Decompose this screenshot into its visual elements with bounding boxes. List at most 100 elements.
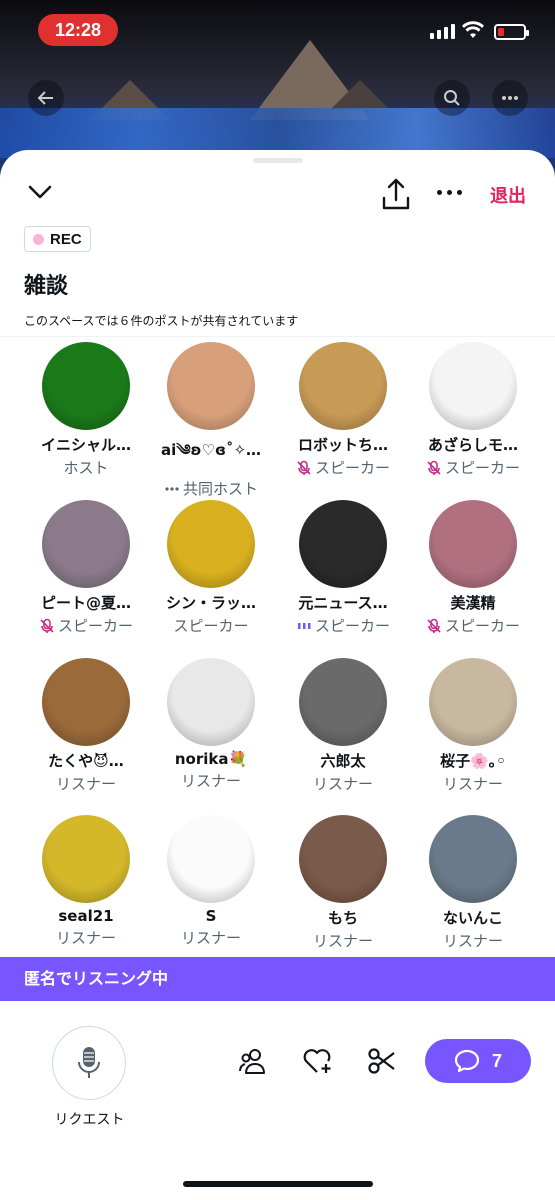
avatar[interactable] — [429, 815, 517, 903]
participant-role-label: リスナー — [312, 932, 373, 950]
space-title: 雑談 — [24, 274, 69, 299]
participant-role: スピーカー — [20, 615, 152, 636]
participant-name: イニシャル… — [40, 436, 131, 454]
participant-role-label: リスナー — [55, 775, 116, 793]
rec-badge: REC — [24, 226, 91, 252]
comment-bubble-icon — [454, 1049, 480, 1073]
participant-name: シン・ラッ… — [165, 594, 256, 612]
avatar[interactable] — [167, 500, 255, 588]
rec-label: REC — [50, 230, 82, 248]
participant-5[interactable]: ピート@夏… スピーカー — [20, 500, 152, 636]
participant-role-label: 共同ホスト — [182, 480, 258, 498]
muted-mic-icon — [426, 618, 442, 634]
participant-role-label: スピーカー — [314, 459, 390, 477]
sheet-grabber[interactable] — [253, 158, 303, 163]
participant-4[interactable]: あざらしモ… スピーカー — [407, 342, 539, 478]
avatar[interactable] — [42, 500, 130, 588]
muted-mic-icon — [39, 618, 55, 634]
avatar[interactable] — [42, 658, 130, 746]
comments-button[interactable]: 7 — [425, 1039, 531, 1083]
wifi-icon — [462, 21, 484, 38]
avatar[interactable] — [42, 815, 130, 903]
participant-role: スピーカー — [277, 615, 409, 636]
avatar[interactable] — [167, 658, 255, 746]
participant-role: スピーカー — [407, 457, 539, 478]
participant-name: seal21 — [58, 907, 114, 925]
battery-icon — [494, 24, 529, 40]
participant-name: 六郎太 — [320, 752, 366, 770]
avatar[interactable] — [299, 815, 387, 903]
participant-9[interactable]: たくや😈… リスナー — [20, 658, 152, 794]
participant-role-label: リスナー — [180, 929, 241, 947]
more-options-icon[interactable] — [437, 190, 462, 195]
participant-6[interactable]: シン・ラッ… スピーカー — [145, 500, 277, 636]
participant-2[interactable]: ai༄ʚ♡ɞ˚✧… 共同ホスト — [145, 342, 277, 499]
signal-icon — [430, 24, 455, 39]
participant-name: 桜子🌸｡◦ — [440, 752, 506, 770]
participant-role: リスナー — [20, 773, 152, 794]
participant-name: もち — [327, 909, 358, 927]
status-time: 12:28 — [38, 14, 118, 46]
status-bar: 12:28 — [0, 0, 555, 60]
participant-name: たくや😈… — [48, 752, 124, 770]
comment-count: 7 — [491, 1050, 502, 1071]
divider — [0, 336, 555, 337]
participant-14[interactable]: S リスナー — [145, 815, 277, 948]
sheet-header: 退出 — [0, 176, 555, 216]
back-arrow-icon — [28, 80, 64, 116]
avatar[interactable] — [429, 658, 517, 746]
participant-role: 共同ホスト — [145, 478, 277, 499]
participant-role-label: リスナー — [312, 775, 373, 793]
participant-role-label: リスナー — [180, 772, 241, 790]
chevron-down-icon[interactable] — [26, 182, 54, 202]
participant-3[interactable]: ロボットち… スピーカー — [277, 342, 409, 478]
clip-scissors-icon[interactable] — [367, 1047, 397, 1075]
participant-role: リスナー — [20, 927, 152, 948]
request-label: リクエスト — [54, 1112, 125, 1128]
avatar[interactable] — [167, 342, 255, 430]
participant-8[interactable]: 美漢精 スピーカー — [407, 500, 539, 636]
participant-1[interactable]: イニシャル… ホスト — [20, 342, 152, 478]
participant-name: S — [205, 907, 217, 925]
participant-role: スピーカー — [145, 615, 277, 636]
participant-13[interactable]: seal21 リスナー — [20, 815, 152, 948]
muted-mic-icon — [426, 460, 442, 476]
participant-name: ロボットち… — [297, 436, 388, 454]
participant-11[interactable]: 六郎太 リスナー — [277, 658, 409, 794]
participant-7[interactable]: 元ニュース… スピーカー — [277, 500, 409, 636]
avatar[interactable] — [299, 658, 387, 746]
avatar[interactable] — [299, 342, 387, 430]
request-mic-button[interactable] — [52, 1026, 126, 1100]
participant-role: スピーカー — [277, 457, 409, 478]
home-indicator — [183, 1181, 373, 1187]
participant-role-label: リスナー — [442, 932, 503, 950]
listening-banner: 匿名でリスニング中 — [0, 957, 555, 1001]
avatar[interactable] — [429, 342, 517, 430]
avatar[interactable] — [167, 815, 255, 903]
participant-role: リスナー — [277, 773, 409, 794]
participant-name: 元ニュース… — [298, 594, 388, 612]
shared-posts-link[interactable]: このスペースでは６件のポストが共有されています — [24, 312, 298, 329]
dots-icon — [164, 481, 180, 497]
avatar[interactable] — [42, 342, 130, 430]
participant-12[interactable]: 桜子🌸｡◦ リスナー — [407, 658, 539, 794]
speaking-bars-icon — [296, 618, 312, 634]
share-icon[interactable] — [380, 176, 412, 212]
people-icon[interactable] — [238, 1047, 268, 1075]
participant-role-label: スピーカー — [444, 459, 520, 477]
search-icon — [434, 80, 470, 116]
participant-role: リスナー — [145, 770, 277, 791]
leave-button[interactable]: 退出 — [490, 182, 526, 208]
avatar[interactable] — [299, 500, 387, 588]
participant-name: ないんこ — [442, 909, 503, 927]
participant-role-label: ホスト — [63, 459, 109, 477]
participant-role: スピーカー — [407, 615, 539, 636]
avatar[interactable] — [429, 500, 517, 588]
participant-role-label: スピーカー — [57, 617, 133, 635]
heart-plus-icon[interactable] — [302, 1047, 334, 1075]
participant-role: ホスト — [20, 457, 152, 478]
participant-16[interactable]: ないんこ リスナー — [407, 815, 539, 951]
participant-15[interactable]: もち リスナー — [277, 815, 409, 951]
participant-10[interactable]: norika💐 リスナー — [145, 658, 277, 791]
background-nav — [0, 80, 555, 120]
